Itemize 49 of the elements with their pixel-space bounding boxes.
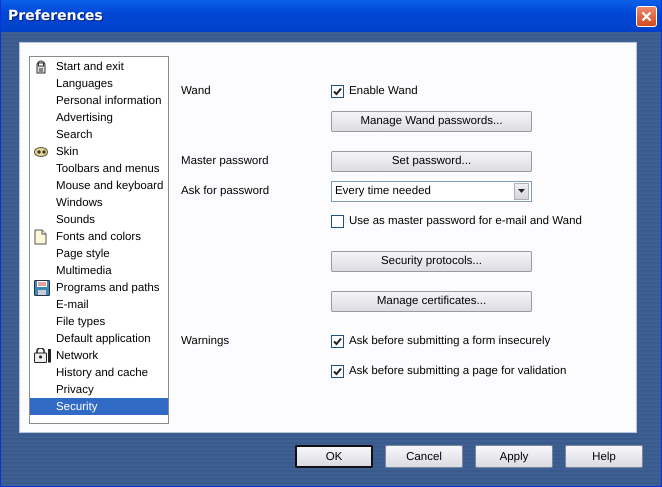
checkbox[interactable]	[331, 214, 344, 228]
document-icon	[34, 228, 47, 244]
window-title: Preferences	[8, 8, 103, 24]
field-label: Warnings	[181, 335, 230, 347]
dropdown-arrow-icon	[518, 189, 525, 193]
close-button[interactable]	[636, 6, 657, 26]
checkbox-label: Use as master password for e-mail and Wand	[349, 215, 582, 227]
dialog-button[interactable]: Cancel	[385, 445, 463, 468]
sidebar-item[interactable]: Toolbars and menus	[30, 160, 168, 177]
sidebar-item[interactable]: Programs and paths	[30, 279, 168, 296]
sidebar-item[interactable]: Search	[30, 126, 168, 143]
checkbox[interactable]	[331, 334, 344, 348]
sidebar-item[interactable]: Multimedia	[30, 262, 168, 279]
sidebar-item[interactable]: File types	[30, 313, 168, 330]
field-label: Master password	[181, 155, 269, 167]
sidebar-item[interactable]: Page style	[30, 245, 168, 262]
field-label: Ask for password	[181, 185, 270, 197]
dialog-button[interactable]: OK	[295, 445, 373, 468]
mask-icon	[34, 146, 49, 158]
sidebar-item[interactable]: Default application	[30, 330, 168, 347]
sidebar-item[interactable]: Mouse and keyboard	[30, 177, 168, 194]
action-button[interactable]: Manage certificates...	[331, 290, 532, 312]
action-button[interactable]: Security protocols...	[331, 250, 532, 272]
action-button[interactable]: Manage Wand passwords...	[331, 110, 532, 132]
sidebar-item[interactable]: Languages	[30, 75, 168, 92]
dialog-button[interactable]: Apply	[475, 445, 553, 468]
sidebar-item[interactable]: Sounds	[30, 211, 168, 228]
sidebar-item[interactable]: Fonts and colors	[30, 228, 168, 245]
sidebar-item[interactable]: Start and exit	[30, 58, 168, 75]
sidebar-item[interactable]: Windows	[30, 194, 168, 211]
checkbox[interactable]	[331, 84, 344, 98]
sidebar-item[interactable]: Security	[30, 398, 168, 415]
field-label: Wand	[181, 85, 211, 97]
sidebar-item[interactable]: Personal information	[30, 92, 168, 109]
action-button[interactable]: Set password...	[331, 150, 532, 172]
close-icon	[641, 10, 652, 22]
checkbox-label: Ask before submitting a page for validation	[349, 365, 566, 377]
checkbox-label: Ask before submitting a form insecurely	[349, 335, 550, 347]
sidebar-item[interactable]: Network	[30, 347, 168, 364]
sidebar-item[interactable]: Skin	[30, 143, 168, 160]
padlock-icon	[34, 348, 52, 363]
sidebar-item[interactable]: Advertising	[30, 109, 168, 126]
dialog-button[interactable]: Help	[565, 445, 643, 468]
dropdown-field[interactable]: Every time needed	[331, 180, 532, 202]
sidebar-item[interactable]: History and cache	[30, 364, 168, 381]
sidebar-item[interactable]: E-mail	[30, 296, 168, 313]
checkbox[interactable]	[331, 364, 344, 378]
checkbox-label: Enable Wand	[349, 85, 418, 97]
sidebar-item[interactable]: Privacy	[30, 381, 168, 398]
